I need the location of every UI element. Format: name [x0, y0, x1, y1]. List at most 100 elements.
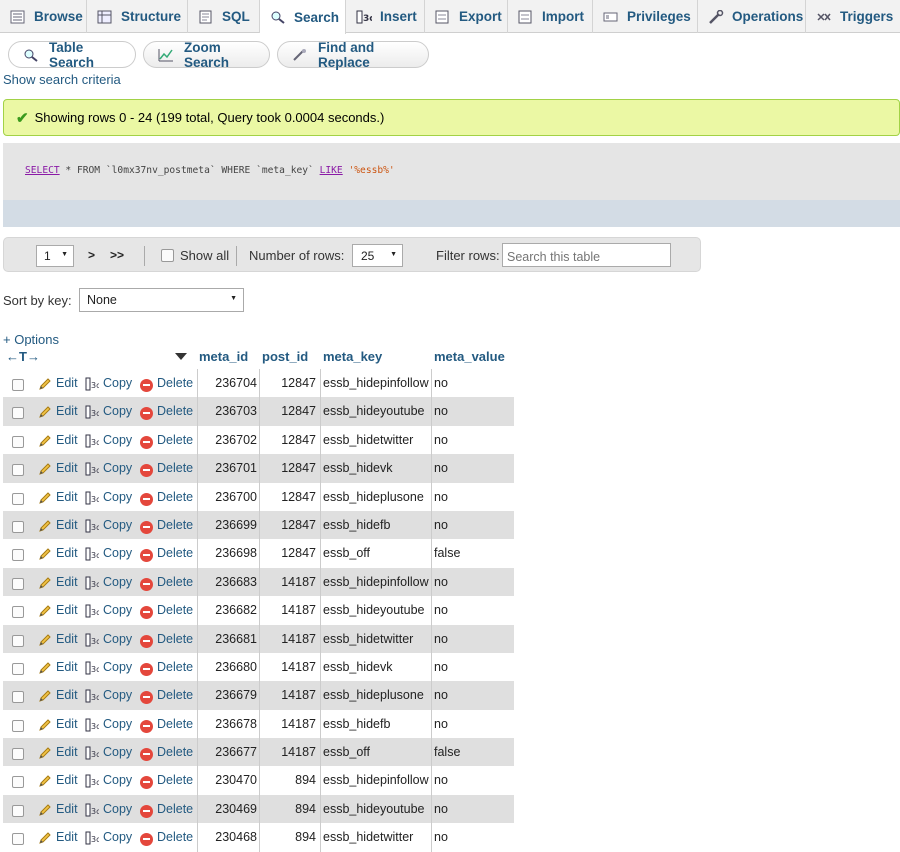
edit-link[interactable]: Edit — [56, 518, 78, 532]
pencil-icon[interactable] — [38, 604, 52, 618]
delete-link[interactable]: Delete — [157, 688, 193, 702]
cell-meta-id[interactable]: 236698 — [203, 546, 257, 560]
cell-meta-key[interactable]: essb_hideyoutube — [323, 404, 424, 418]
cell-meta-key[interactable]: essb_off — [323, 745, 370, 759]
row-checkbox[interactable] — [12, 577, 24, 590]
show-search-criteria-link[interactable]: Show search criteria — [3, 72, 121, 87]
copy-link[interactable]: Copy — [103, 802, 132, 816]
pencil-icon[interactable] — [38, 831, 52, 845]
pencil-icon[interactable] — [38, 576, 52, 590]
cell-post-id[interactable]: 14187 — [261, 745, 316, 759]
row-checkbox[interactable] — [12, 662, 24, 675]
copy-icon[interactable]: 3c — [85, 576, 101, 590]
cell-meta-key[interactable]: essb_hideplusone — [323, 490, 424, 504]
delete-icon[interactable] — [140, 379, 153, 392]
copy-icon[interactable]: 3c — [85, 803, 101, 817]
tab-browse[interactable]: Browse — [0, 0, 87, 33]
copy-link[interactable]: Copy — [103, 745, 132, 759]
pencil-icon[interactable] — [38, 547, 52, 561]
row-checkbox[interactable] — [12, 804, 24, 817]
cell-meta-value[interactable]: no — [434, 830, 448, 844]
copy-icon[interactable]: 3c — [85, 633, 101, 647]
edit-link[interactable]: Edit — [56, 490, 78, 504]
cell-meta-key[interactable]: essb_hideplusone — [323, 688, 424, 702]
delete-link[interactable]: Delete — [157, 802, 193, 816]
copy-link[interactable]: Copy — [103, 632, 132, 646]
row-checkbox[interactable] — [12, 492, 24, 505]
cell-meta-value[interactable]: no — [434, 773, 448, 787]
delete-link[interactable]: Delete — [157, 376, 193, 390]
page-select[interactable]: 1 — [36, 245, 74, 267]
cell-meta-key[interactable]: essb_hidepinfollow — [323, 575, 429, 589]
delete-icon[interactable] — [140, 691, 153, 705]
row-checkbox[interactable] — [12, 833, 24, 846]
column-header-meta-id[interactable]: meta_id — [199, 349, 248, 364]
cell-meta-value[interactable]: no — [434, 717, 448, 731]
options-link[interactable]: + Options — [3, 332, 59, 347]
cell-meta-key[interactable]: essb_hidetwitter — [323, 830, 413, 844]
copy-icon[interactable]: 3c — [85, 604, 101, 618]
cell-meta-key[interactable]: essb_hidevk — [323, 660, 393, 674]
cell-meta-key[interactable]: essb_hidetwitter — [323, 632, 413, 646]
delete-icon[interactable] — [140, 634, 153, 648]
row-checkbox[interactable] — [12, 691, 24, 704]
copy-link[interactable]: Copy — [103, 518, 132, 532]
cell-meta-id[interactable]: 236681 — [203, 632, 257, 646]
copy-link[interactable]: Copy — [103, 376, 132, 390]
delete-icon[interactable] — [140, 492, 153, 506]
cell-meta-value[interactable]: no — [434, 518, 448, 532]
cell-meta-key[interactable]: essb_hidevk — [323, 461, 393, 475]
row-checkbox[interactable] — [12, 464, 24, 477]
cell-meta-value[interactable]: no — [434, 802, 448, 816]
delete-icon[interactable] — [140, 833, 153, 847]
delete-icon[interactable] — [140, 804, 153, 818]
copy-link[interactable]: Copy — [103, 546, 132, 560]
copy-icon[interactable]: 3c — [85, 746, 101, 760]
cell-post-id[interactable]: 12847 — [261, 490, 316, 504]
cell-meta-value[interactable]: no — [434, 632, 448, 646]
delete-icon[interactable] — [140, 776, 153, 790]
tab-insert[interactable]: 3c Insert — [346, 0, 425, 33]
column-resize-arrows[interactable]: ←T→ — [6, 349, 40, 364]
cell-meta-id[interactable]: 236703 — [203, 404, 257, 418]
column-header-meta-key[interactable]: meta_key — [323, 349, 382, 364]
edit-link[interactable]: Edit — [56, 802, 78, 816]
cell-post-id[interactable]: 14187 — [261, 660, 316, 674]
delete-link[interactable]: Delete — [157, 745, 193, 759]
cell-post-id[interactable]: 894 — [261, 773, 316, 787]
tab-structure[interactable]: Structure — [87, 0, 188, 33]
tab-export[interactable]: Export — [425, 0, 508, 33]
delete-icon[interactable] — [140, 577, 153, 591]
copy-icon[interactable]: 3c — [85, 462, 101, 476]
row-checkbox[interactable] — [12, 435, 24, 448]
cell-meta-id[interactable]: 230470 — [203, 773, 257, 787]
filter-rows-input[interactable] — [502, 243, 671, 267]
edit-link[interactable]: Edit — [56, 603, 78, 617]
pencil-icon[interactable] — [38, 519, 52, 533]
cell-post-id[interactable]: 14187 — [261, 603, 316, 617]
cell-post-id[interactable]: 12847 — [261, 546, 316, 560]
sort-by-key-select[interactable]: None — [79, 288, 244, 312]
cell-meta-id[interactable]: 236680 — [203, 660, 257, 674]
subtab-find-replace[interactable]: Find and Replace — [277, 40, 429, 70]
cell-meta-value[interactable]: no — [434, 575, 448, 589]
cell-post-id[interactable]: 14187 — [261, 688, 316, 702]
cell-meta-value[interactable]: no — [434, 404, 448, 418]
delete-link[interactable]: Delete — [157, 660, 193, 674]
edit-link[interactable]: Edit — [56, 830, 78, 844]
copy-icon[interactable]: 3c — [85, 718, 101, 732]
column-header-post-id[interactable]: post_id — [262, 349, 308, 364]
chevron-down-icon[interactable] — [175, 353, 187, 360]
copy-icon[interactable]: 3c — [85, 519, 101, 533]
delete-link[interactable]: Delete — [157, 433, 193, 447]
copy-icon[interactable]: 3c — [85, 434, 101, 448]
copy-icon[interactable]: 3c — [85, 831, 101, 845]
delete-icon[interactable] — [140, 407, 153, 421]
pencil-icon[interactable] — [38, 462, 52, 476]
copy-link[interactable]: Copy — [103, 830, 132, 844]
cell-meta-id[interactable]: 236704 — [203, 376, 257, 390]
cell-meta-id[interactable]: 236700 — [203, 490, 257, 504]
cell-meta-id[interactable]: 236682 — [203, 603, 257, 617]
subtab-zoom-search[interactable]: Zoom Search — [143, 40, 270, 70]
cell-meta-id[interactable]: 236699 — [203, 518, 257, 532]
